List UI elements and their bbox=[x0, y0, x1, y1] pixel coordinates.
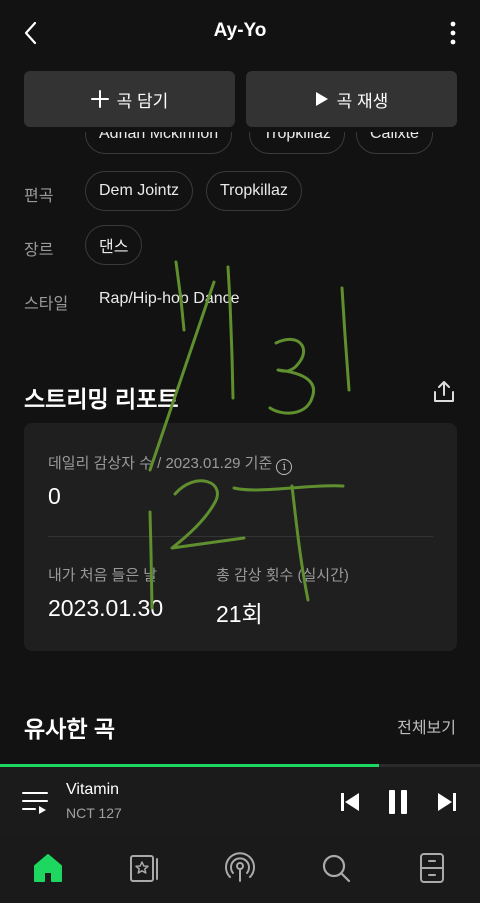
nav-profile[interactable] bbox=[415, 851, 449, 885]
podcast-icon bbox=[225, 852, 255, 882]
next-icon bbox=[438, 793, 456, 811]
writer-chip[interactable]: Calixte bbox=[356, 132, 433, 154]
pause-icon bbox=[389, 790, 407, 814]
total-plays-label: 총 감상 횟수 (실시간) bbox=[216, 567, 349, 584]
play-icon bbox=[315, 92, 328, 106]
arrangement-label: 편곡 bbox=[24, 188, 54, 205]
more-button[interactable] bbox=[446, 18, 460, 48]
pause-button[interactable] bbox=[385, 789, 411, 815]
streaming-report-card: 데일리 감상자 수 / 2023.01.29 기준 i 0 내가 처음 들은 날 … bbox=[24, 423, 457, 651]
first-listen-label: 내가 처음 들은 날 bbox=[48, 567, 158, 584]
writer-chip[interactable]: Tropkillaz bbox=[249, 132, 345, 154]
daily-listeners-label: 데일리 감상자 수 / 2023.01.29 기준 i bbox=[48, 452, 293, 475]
add-song-button[interactable]: 곡 담기 bbox=[24, 71, 235, 127]
playlist-button[interactable] bbox=[21, 789, 49, 815]
see-all-link[interactable]: 전체보기 bbox=[397, 714, 456, 738]
streaming-report-title: 스트리밍 리포트 bbox=[24, 386, 179, 412]
profile-icon bbox=[420, 853, 444, 883]
genre-row: 장르 댄스 bbox=[0, 225, 480, 267]
top-bar: Ay-Yo bbox=[0, 0, 480, 66]
play-song-button[interactable]: 곡 재생 bbox=[246, 71, 457, 127]
share-icon bbox=[434, 381, 454, 402]
search-icon bbox=[322, 854, 351, 883]
previous-button[interactable] bbox=[337, 789, 363, 815]
nav-search[interactable] bbox=[319, 851, 353, 885]
next-button[interactable] bbox=[434, 789, 460, 815]
more-icon bbox=[450, 21, 456, 45]
nav-home[interactable] bbox=[31, 851, 65, 885]
arrangement-row: 편곡 Dem Jointz Tropkillaz bbox=[0, 171, 480, 213]
bottom-nav bbox=[0, 837, 480, 903]
similar-songs-title: 유사한 곡 bbox=[24, 716, 116, 742]
previous-icon bbox=[341, 793, 359, 811]
play-song-label: 곡 재생 bbox=[336, 91, 389, 111]
track-artist: NCT 127 bbox=[66, 805, 122, 821]
playlist-icon bbox=[22, 792, 48, 814]
nav-podcast[interactable] bbox=[223, 851, 257, 885]
plus-icon bbox=[90, 90, 109, 108]
action-bar: 곡 담기 곡 재생 bbox=[0, 66, 480, 132]
genre-chip[interactable]: 댄스 bbox=[85, 225, 143, 265]
track-title: Vitamin bbox=[66, 781, 120, 798]
style-label: 스타일 bbox=[24, 296, 69, 313]
style-row: 스타일 Rap/Hip-hop Dance bbox=[0, 279, 480, 321]
style-value: Rap/Hip-hop Dance bbox=[99, 290, 240, 307]
content-area[interactable]: Adrian Mckinnon Tropkillaz Calixte 편곡 De… bbox=[0, 132, 480, 766]
library-icon bbox=[130, 855, 158, 882]
genre-label: 장르 bbox=[24, 242, 54, 259]
arranger-chip[interactable]: Tropkillaz bbox=[206, 171, 302, 211]
page-title: Ay-Yo bbox=[213, 20, 267, 41]
divider bbox=[48, 536, 433, 537]
add-song-label: 곡 담기 bbox=[116, 91, 169, 111]
nav-library[interactable] bbox=[127, 851, 161, 885]
writer-chip[interactable]: Adrian Mckinnon bbox=[85, 132, 233, 154]
share-button[interactable] bbox=[432, 380, 456, 404]
daily-listeners-value: 0 bbox=[48, 483, 61, 509]
arranger-chip[interactable]: Dem Jointz bbox=[85, 171, 194, 211]
mini-player[interactable]: Vitamin NCT 127 bbox=[0, 767, 480, 837]
total-plays-value: 21회 bbox=[216, 601, 263, 627]
first-listen-value: 2023.01.30 bbox=[48, 595, 164, 621]
home-icon bbox=[34, 854, 62, 882]
info-icon[interactable]: i bbox=[276, 459, 293, 475]
writers-row: Adrian Mckinnon Tropkillaz Calixte bbox=[0, 132, 480, 156]
